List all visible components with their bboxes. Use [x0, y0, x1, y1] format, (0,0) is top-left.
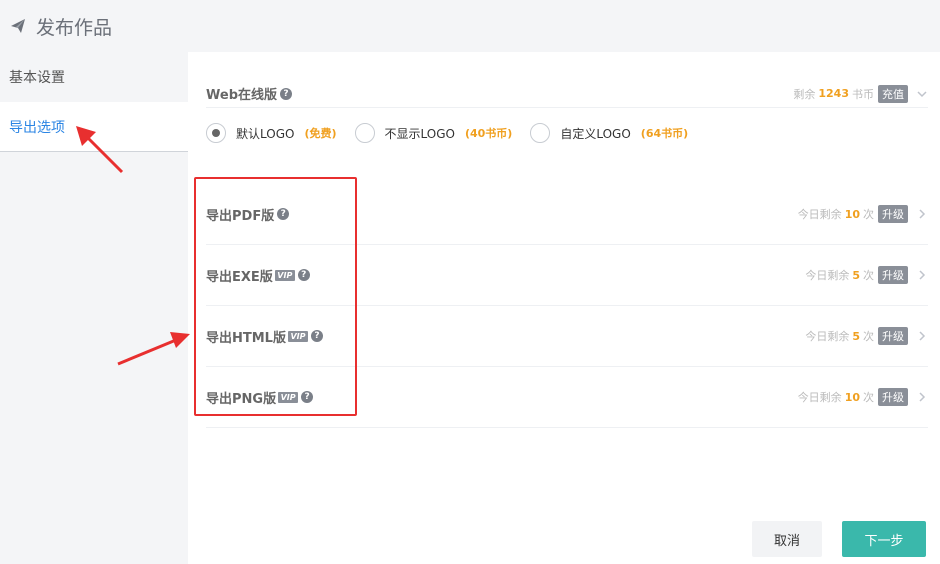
quota-prefix: 今日剩余 [805, 269, 850, 282]
web-row[interactable]: Web在线版 ? 剩余 1243 书币 充值 [206, 80, 928, 108]
help-icon[interactable]: ? [280, 87, 292, 100]
radio-price: (40书币) [464, 127, 513, 140]
logo-options: 默认LOGO (免费) 不显示LOGO (40书币) 自定义LOGO (64书币… [206, 122, 706, 144]
help-icon[interactable]: ? [277, 208, 290, 220]
radio-price: (64书币) [640, 127, 689, 140]
quota-count: 10 [844, 207, 860, 221]
export-label-text: 导出HTML版 [206, 330, 286, 346]
quota-unit: 次 [863, 208, 874, 221]
export-html-row[interactable]: 导出HTML版 VIP ? 今日剩余 5 次 升级 [206, 306, 928, 367]
balance-prefix: 剩余 [793, 87, 816, 101]
help-icon[interactable]: ? [310, 330, 323, 342]
chevron-right-icon[interactable] [916, 391, 928, 403]
quota-prefix: 今日剩余 [797, 391, 842, 404]
web-balance: 剩余 1243 书币 充值 [793, 84, 928, 103]
vip-icon: VIP [274, 269, 295, 281]
chevron-right-icon[interactable] [916, 330, 928, 342]
export-list: 导出PDF版 ? 今日剩余 10 次 升级 导出EXE版 VIP ? 今日剩余 … [206, 184, 928, 428]
radio-circle[interactable] [206, 123, 226, 143]
upgrade-button[interactable]: 升级 [878, 266, 908, 284]
export-quota: 今日剩余 10 次 升级 [798, 205, 928, 223]
export-label-text: 导出EXE版 [206, 269, 273, 285]
quota-count: 10 [844, 390, 860, 404]
chevron-right-icon[interactable] [916, 269, 928, 281]
radio-circle[interactable] [354, 123, 375, 143]
quota-unit: 次 [863, 269, 874, 282]
balance-count: 1243 [818, 87, 849, 100]
page-title: 发布作品 [36, 16, 113, 39]
radio-no-logo[interactable]: 不显示LOGO (40书币) [354, 123, 513, 143]
recharge-button[interactable]: 充值 [878, 84, 908, 103]
cancel-button[interactable]: 取消 [752, 521, 822, 557]
balance-unit: 书币 [852, 87, 874, 101]
radio-label: 默认LOGO [236, 126, 295, 141]
export-quota: 今日剩余 10 次 升级 [798, 388, 928, 406]
sidebar: 基本设置 导出选项 [0, 52, 188, 564]
radio-default-logo[interactable]: 默认LOGO (免费) [206, 123, 337, 143]
web-section: Web在线版 ? 剩余 1243 书币 充值 [206, 80, 928, 108]
radio-custom-logo[interactable]: 自定义LOGO (64书币) [530, 123, 688, 143]
quota-prefix: 今日剩余 [805, 330, 850, 343]
web-label-text: Web在线版 [206, 88, 277, 103]
chevron-down-icon[interactable] [916, 88, 928, 100]
export-label: 导出PNG版 VIP ? [206, 388, 314, 407]
quota-unit: 次 [863, 391, 874, 404]
quota-unit: 次 [863, 330, 874, 343]
radio-selected-dot [212, 129, 220, 137]
web-label: Web在线版 ? [206, 84, 292, 103]
sidebar-item-basic-settings[interactable]: 基本设置 [0, 52, 188, 102]
upgrade-button[interactable]: 升级 [878, 388, 908, 406]
radio-circle[interactable] [530, 123, 551, 143]
export-exe-row[interactable]: 导出EXE版 VIP ? 今日剩余 5 次 升级 [206, 245, 928, 306]
quota-count: 5 [852, 268, 860, 282]
quota-count: 5 [852, 329, 860, 343]
quota-prefix: 今日剩余 [797, 208, 842, 221]
vip-icon: VIP [278, 391, 299, 403]
export-label-text: 导出PNG版 [206, 391, 277, 407]
radio-price: (免费) [304, 127, 337, 140]
export-label-text: 导出PDF版 [206, 208, 275, 224]
help-icon[interactable]: ? [297, 269, 310, 281]
chevron-right-icon[interactable] [916, 208, 928, 220]
radio-label: 自定义LOGO [560, 126, 631, 141]
help-icon[interactable]: ? [301, 391, 314, 403]
vip-icon: VIP [287, 330, 308, 342]
next-button[interactable]: 下一步 [842, 521, 926, 557]
export-label: 导出EXE版 VIP ? [206, 266, 310, 285]
upgrade-button[interactable]: 升级 [878, 327, 908, 345]
export-quota: 今日剩余 5 次 升级 [805, 327, 928, 345]
export-quota: 今日剩余 5 次 升级 [805, 266, 928, 284]
paper-plane-icon [11, 19, 25, 33]
radio-label: 不显示LOGO [384, 126, 455, 141]
sidebar-item-export-options[interactable]: 导出选项 [0, 102, 188, 152]
upgrade-button[interactable]: 升级 [878, 205, 908, 223]
export-png-row[interactable]: 导出PNG版 VIP ? 今日剩余 10 次 升级 [206, 367, 928, 428]
export-pdf-row[interactable]: 导出PDF版 ? 今日剩余 10 次 升级 [206, 184, 928, 245]
export-label: 导出HTML版 VIP ? [206, 327, 323, 346]
export-label: 导出PDF版 ? [206, 205, 290, 224]
page-header: 发布作品 [0, 0, 940, 52]
main-panel: Web在线版 ? 剩余 1243 书币 充值 默认LOGO (免费) 不显示LO… [188, 52, 940, 564]
